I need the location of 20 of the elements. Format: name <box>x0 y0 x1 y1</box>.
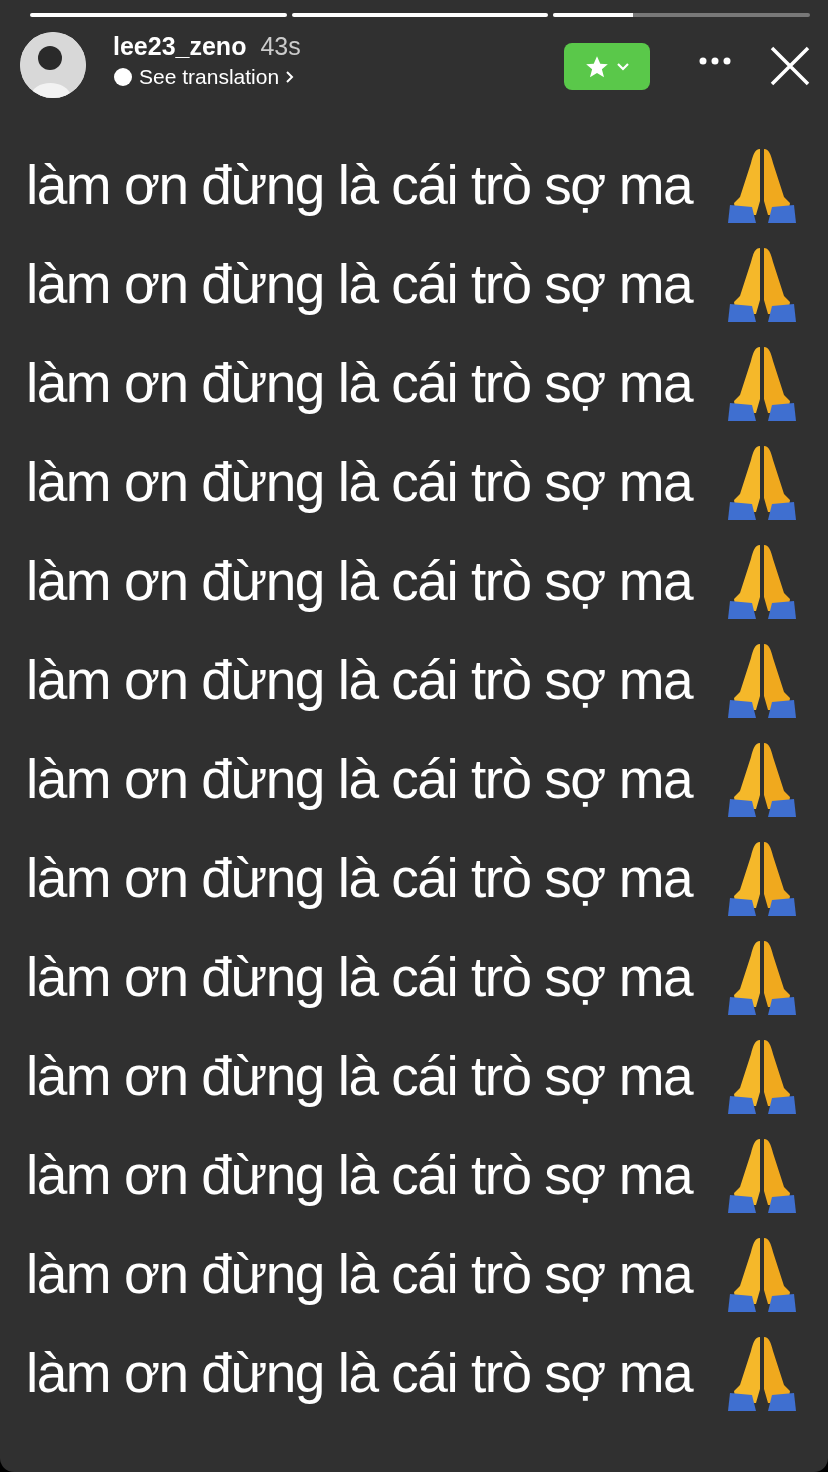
caption-line: làm ơn đừng là cái trò sợ ma <box>26 647 694 712</box>
caption-line: làm ơn đừng là cái trò sợ ma <box>26 350 694 415</box>
caption-line: làm ơn đừng là cái trò sợ ma <box>26 944 694 1009</box>
see-translation-link[interactable]: See translation <box>113 65 296 89</box>
close-icon[interactable] <box>770 46 810 86</box>
avatar[interactable] <box>20 32 86 98</box>
caption-line: làm ơn đừng là cái trò sợ ma <box>26 1241 694 1306</box>
more-options-icon[interactable] <box>698 56 732 66</box>
caption-line: làm ơn đừng là cái trò sợ ma <box>26 449 694 514</box>
chevron-right-icon <box>285 70 296 84</box>
caption-line: làm ơn đừng là cái trò sợ ma <box>26 845 694 910</box>
username[interactable]: lee23_zeno <box>113 32 247 61</box>
caption-line: làm ơn đừng là cái trò sợ ma <box>26 251 694 316</box>
caption-line: làm ơn đừng là cái trò sợ ma <box>26 746 694 811</box>
caption-line: làm ơn đừng là cái trò sợ ma <box>26 548 694 613</box>
caption-line: làm ơn đừng là cái trò sợ ma <box>26 152 694 217</box>
caption-line: làm ơn đừng là cái trò sợ ma <box>26 1340 694 1405</box>
caption-line: làm ơn đừng là cái trò sợ ma <box>26 1142 694 1207</box>
caption-line: làm ơn đừng là cái trò sợ ma <box>26 1043 694 1108</box>
timestamp: 43s <box>260 32 301 61</box>
